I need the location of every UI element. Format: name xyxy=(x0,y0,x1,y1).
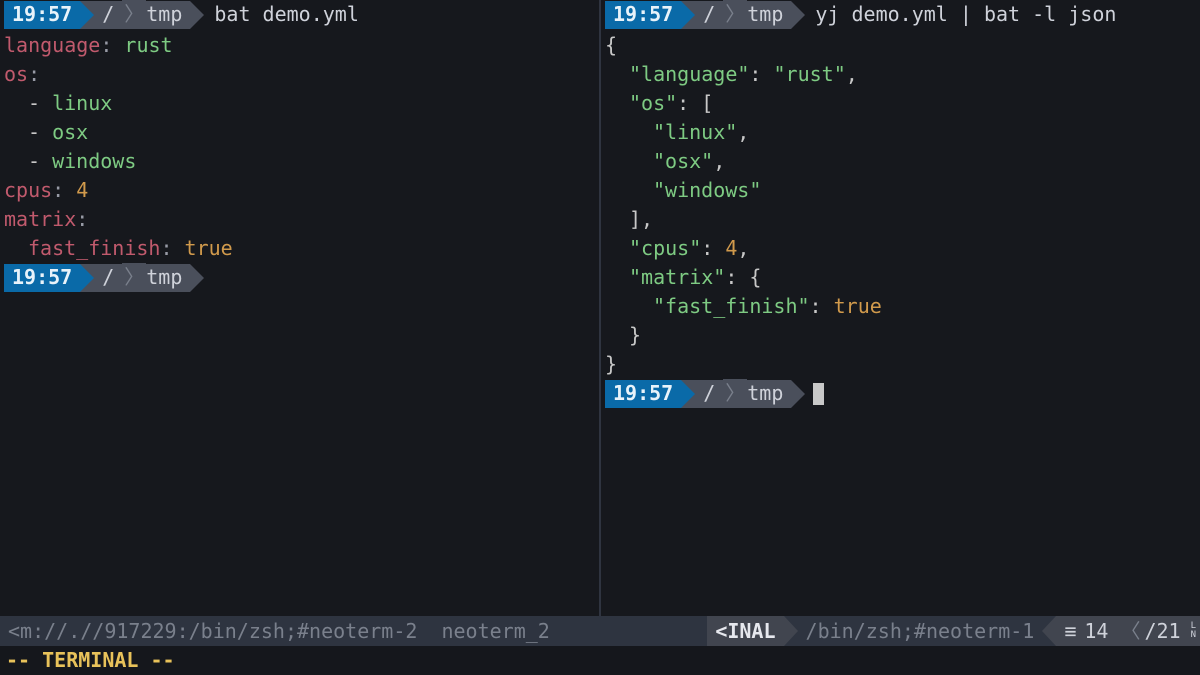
prompt-time: 19:57 xyxy=(605,1,681,29)
prompt-root-dir: / xyxy=(695,1,723,29)
status-left-text: <m://.//917229:/bin/zsh;#neoterm-2 neote… xyxy=(0,616,707,646)
status-bar: <m://.//917229:/bin/zsh;#neoterm-2 neote… xyxy=(0,616,1200,646)
chevron-right-icon xyxy=(80,1,94,29)
prompt-root-dir: / xyxy=(94,1,122,29)
json-line: } xyxy=(605,350,1200,379)
yaml-line: - osx xyxy=(4,118,599,147)
json-line: "language": "rust", xyxy=(605,60,1200,89)
prompt-time: 19:57 xyxy=(605,380,681,408)
status-right-path: /bin/zsh;#neoterm-1 xyxy=(798,616,1043,646)
chevron-right-icon xyxy=(80,264,94,292)
json-line: "cpus": 4, xyxy=(605,234,1200,263)
prompt-time: 19:57 xyxy=(4,264,80,292)
prompt-line: 19:57 / 〉 tmp yj demo.yml | bat -l json xyxy=(605,0,1200,29)
prompt-line: 19:57 / 〉 tmp bat demo.yml xyxy=(4,0,599,29)
json-line: "windows" xyxy=(605,176,1200,205)
json-line: "fast_finish": true xyxy=(605,292,1200,321)
prompt-dir: tmp xyxy=(146,264,190,292)
json-line: "linux", xyxy=(605,118,1200,147)
prompt-dir: tmp xyxy=(747,380,791,408)
yaml-line: os: xyxy=(4,60,599,89)
prompt-root-dir: / xyxy=(94,264,122,292)
json-line: ], xyxy=(605,205,1200,234)
line-number-icon: L N xyxy=(1189,616,1200,646)
command-text: yj demo.yml | bat -l json xyxy=(805,0,1116,29)
chevron-right-icon: 〉 xyxy=(723,379,747,408)
mode-line: -- TERMINAL -- xyxy=(0,646,1200,675)
json-line: "osx", xyxy=(605,147,1200,176)
chevron-right-icon xyxy=(190,1,204,29)
mode-text: -- TERMINAL -- xyxy=(6,646,175,675)
chevron-right-icon xyxy=(190,264,204,292)
chevron-right-icon xyxy=(791,380,805,408)
prompt-dir: tmp xyxy=(146,1,190,29)
chevron-right-icon xyxy=(784,616,798,646)
chevron-right-icon: 〉 xyxy=(122,0,146,29)
chevron-right-icon: 〉 xyxy=(122,263,146,292)
chevron-right-icon xyxy=(681,380,695,408)
chevron-left-icon: 〈 xyxy=(1116,616,1144,646)
yaml-line: - linux xyxy=(4,89,599,118)
chevron-right-icon xyxy=(791,1,805,29)
command-text: bat demo.yml xyxy=(204,0,359,29)
yaml-line: - windows xyxy=(4,147,599,176)
yaml-line: fast_finish: true xyxy=(4,234,599,263)
terminal-pane-right[interactable]: 19:57 / 〉 tmp yj demo.yml | bat -l json … xyxy=(601,0,1200,616)
chevron-right-icon xyxy=(681,1,695,29)
chevron-left-icon xyxy=(1042,616,1056,646)
status-mode: <INAL xyxy=(707,616,783,646)
yaml-line: language: rust xyxy=(4,31,599,60)
chevron-right-icon: 〉 xyxy=(723,0,747,29)
status-current-line: 14 xyxy=(1084,616,1116,646)
terminal-pane-left[interactable]: 19:57 / 〉 tmp bat demo.yml language: rus… xyxy=(0,0,601,616)
yaml-line: matrix: xyxy=(4,205,599,234)
prompt-time: 19:57 xyxy=(4,1,80,29)
prompt-root-dir: / xyxy=(695,380,723,408)
status-total-lines: /21 xyxy=(1144,616,1188,646)
yaml-line: cpus: 4 xyxy=(4,176,599,205)
hamburger-icon: ≡ xyxy=(1056,616,1084,646)
prompt-line[interactable]: 19:57 / 〉 tmp xyxy=(4,263,599,292)
json-line: { xyxy=(605,31,1200,60)
prompt-line[interactable]: 19:57 / 〉 tmp xyxy=(605,379,1200,408)
cursor-icon xyxy=(813,383,824,405)
json-line: "matrix": { xyxy=(605,263,1200,292)
json-line: "os": [ xyxy=(605,89,1200,118)
json-line: } xyxy=(605,321,1200,350)
prompt-dir: tmp xyxy=(747,1,791,29)
